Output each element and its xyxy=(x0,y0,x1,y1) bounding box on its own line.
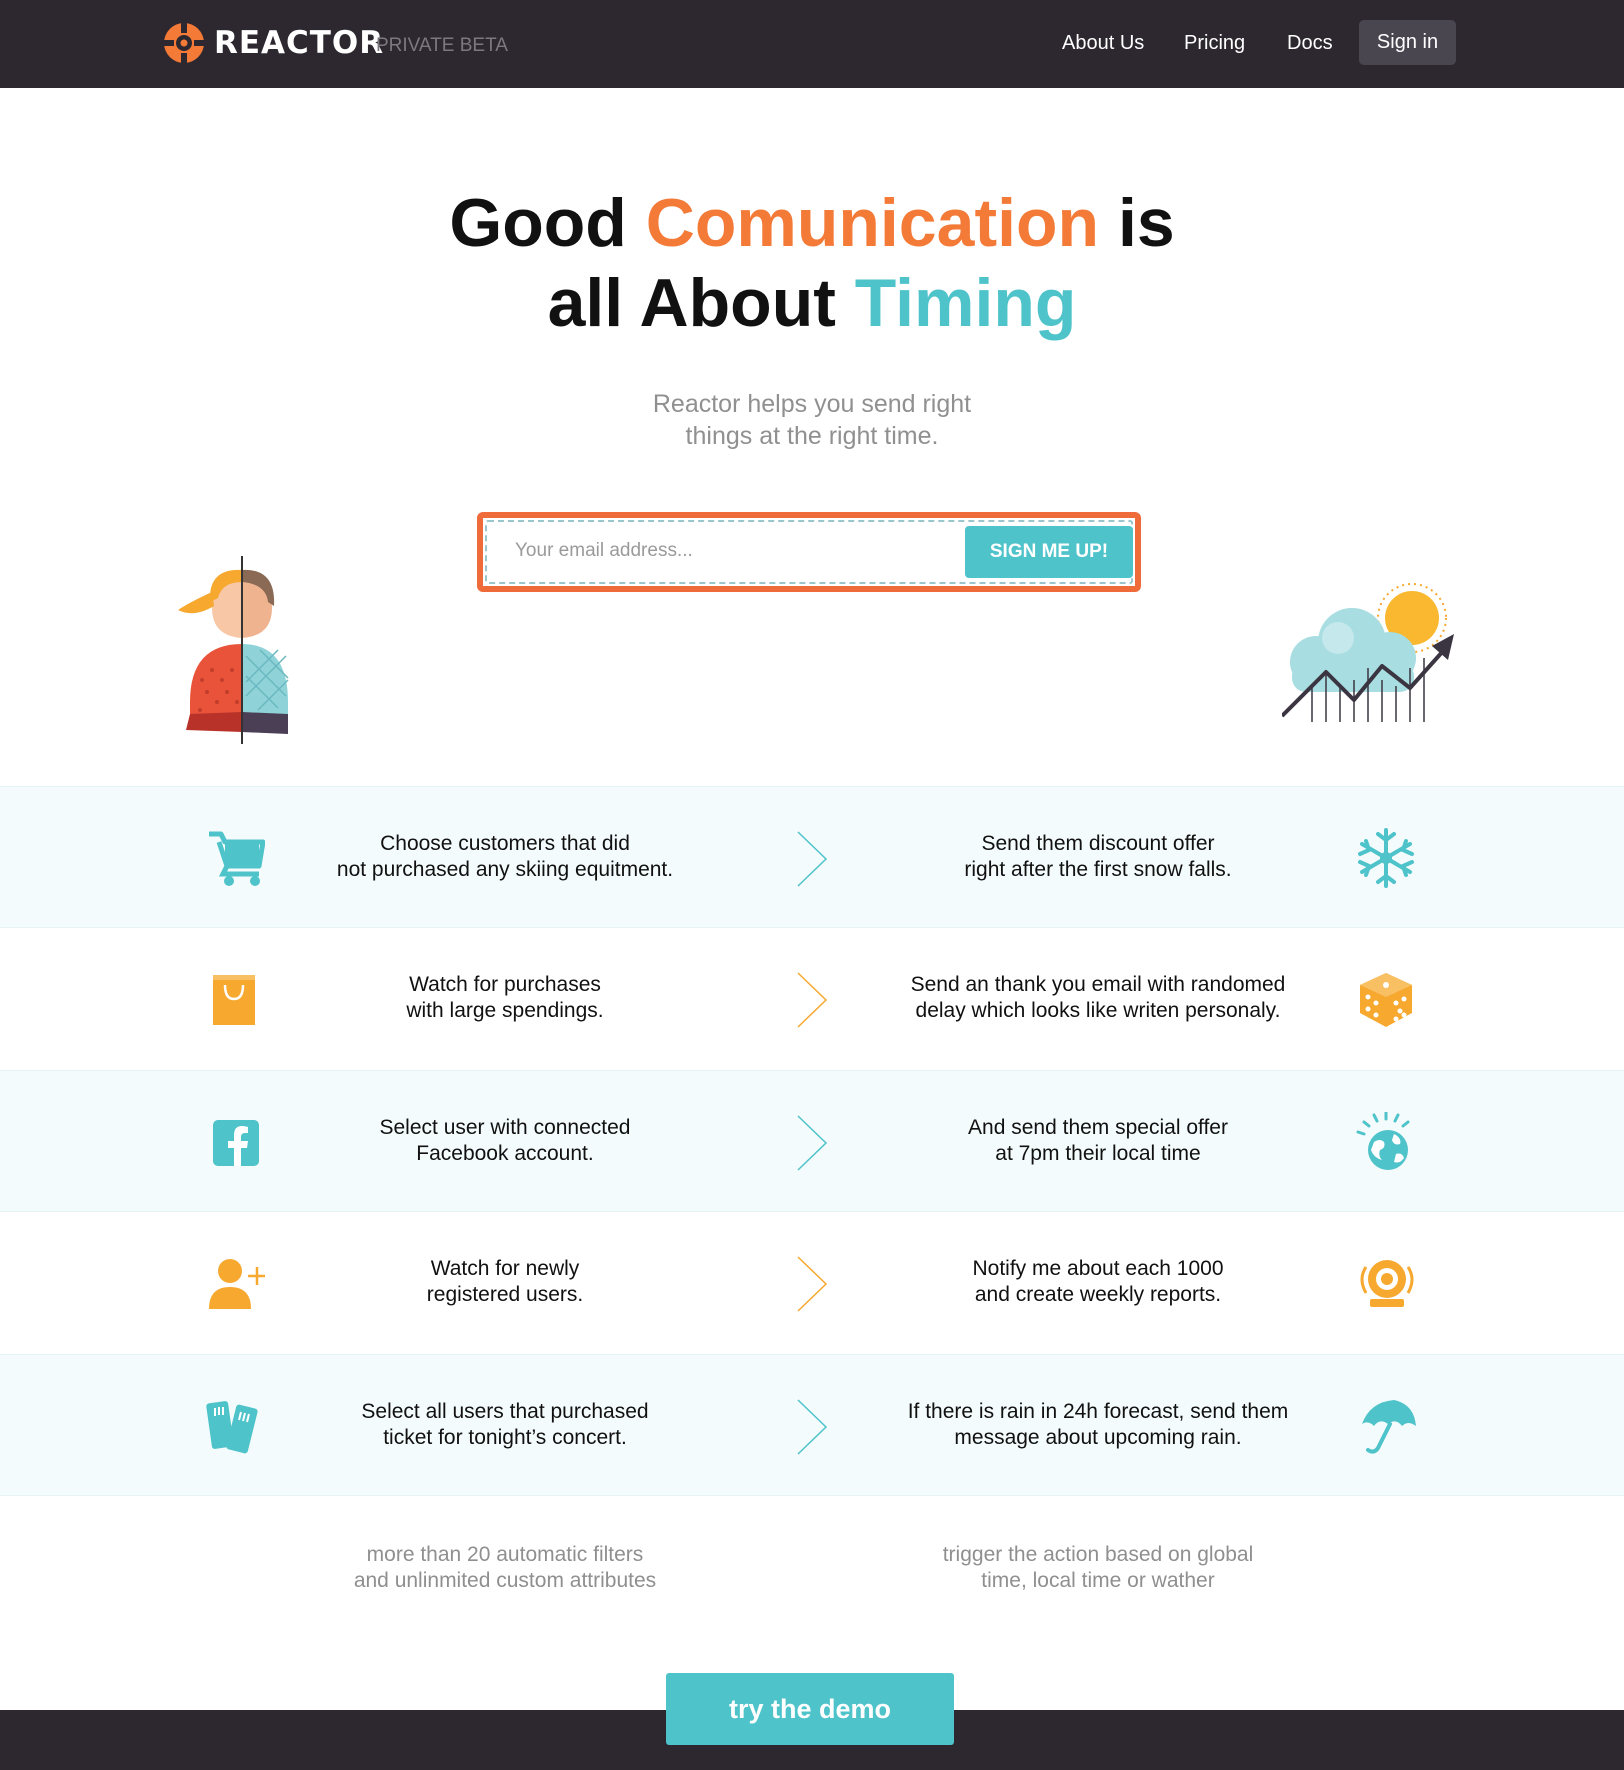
umbrella-icon xyxy=(1362,1400,1416,1454)
filter-text-line: Watch for newly xyxy=(430,1257,580,1280)
customer-persona-illustration xyxy=(178,556,289,744)
action-text-line: Send an thank you email with randomed xyxy=(910,973,1286,996)
filter-text-line: Select all users that purchased xyxy=(361,1400,649,1423)
filter-text-line: with large spendings. xyxy=(406,999,604,1022)
facebook-icon xyxy=(213,1120,259,1166)
filter-text-line: Select user with connected xyxy=(379,1116,631,1139)
action-text-line: at 7pm their local time xyxy=(995,1142,1201,1165)
action-text-line: right after the first snow falls. xyxy=(964,858,1232,881)
shopping-cart-icon xyxy=(209,831,265,886)
brand-name[interactable]: REACTOR xyxy=(214,24,384,62)
filter-text-line: Choose customers that did xyxy=(380,832,630,855)
subtitle-line: Reactor helps you send right xyxy=(652,390,972,418)
nav-pricing[interactable]: Pricing xyxy=(1184,30,1245,56)
try-demo-button[interactable]: try the demo xyxy=(666,1673,954,1745)
automation-row-1: Choose customers that did not purchased … xyxy=(0,786,1624,928)
action-text-line: delay which looks like writen personaly. xyxy=(915,999,1281,1022)
caption-line: time, local time or wather xyxy=(981,1569,1215,1592)
filter-text-line: registered users. xyxy=(426,1283,584,1306)
alarm-bell-icon xyxy=(1360,1260,1414,1307)
action-description: And send them special offer at 7pm their… xyxy=(868,1115,1328,1167)
action-text-line: message about upcoming rain. xyxy=(954,1426,1242,1449)
action-text-line: If there is rain in 24h forecast, send t… xyxy=(907,1400,1289,1423)
action-description: If there is rain in 24h forecast, send t… xyxy=(868,1399,1328,1451)
nav-docs[interactable]: Docs xyxy=(1287,30,1333,56)
filter-text-line: Watch for purchases xyxy=(409,973,601,996)
action-description: Send an thank you email with randomed de… xyxy=(868,972,1328,1024)
chevron-right-icon xyxy=(797,1115,828,1171)
filter-description: Select user with connected Facebook acco… xyxy=(300,1115,710,1167)
chevron-right-icon xyxy=(797,831,828,887)
hero-subtitle: Reactor helps you send right things at t… xyxy=(0,388,1624,452)
action-description: Send them discount offer right after the… xyxy=(868,831,1328,883)
signup-form: SIGN ME UP! xyxy=(477,512,1141,592)
caption-line: and unlinmited custom attributes xyxy=(353,1569,657,1592)
automation-row-4: Watch for newly registered users. Notify… xyxy=(0,1212,1624,1354)
action-text-line: Send them discount offer xyxy=(981,832,1215,855)
headline-text: Good xyxy=(449,185,646,261)
email-input[interactable] xyxy=(497,526,937,576)
top-navigation-bar: REACTOR PRIVATE BETA About Us Pricing Do… xyxy=(0,0,1624,88)
beta-badge: PRIVATE BETA xyxy=(376,35,508,56)
chevron-right-icon xyxy=(797,1256,828,1312)
filters-caption: more than 20 automatic filters and unlin… xyxy=(300,1542,710,1594)
action-text-line: and create weekly reports. xyxy=(974,1283,1222,1306)
globe-icon xyxy=(1356,1112,1410,1170)
sign-me-up-button[interactable]: SIGN ME UP! xyxy=(965,526,1133,578)
nav-about-us[interactable]: About Us xyxy=(1062,30,1144,56)
sign-in-button[interactable]: Sign in xyxy=(1359,20,1456,65)
chevron-right-icon xyxy=(797,1399,828,1455)
weather-trend-illustration xyxy=(1282,583,1454,722)
chevron-right-icon xyxy=(797,972,828,1028)
subtitle-line: things at the right time. xyxy=(685,422,939,450)
automation-row-2: Watch for purchases with large spendings… xyxy=(0,928,1624,1070)
shopping-bag-icon xyxy=(213,975,255,1025)
headline-highlight-communication: Comunication xyxy=(645,185,1100,261)
action-text-line: And send them special offer xyxy=(968,1116,1228,1139)
filter-text-line: not purchased any skiing equitment. xyxy=(336,858,674,881)
caption-line: trigger the action based on global xyxy=(942,1543,1254,1566)
snowflake-icon xyxy=(1358,828,1414,888)
filter-description: Watch for purchases with large spendings… xyxy=(300,972,710,1024)
action-description: Notify me about each 1000 and create wee… xyxy=(868,1256,1328,1308)
automation-row-3: Select user with connected Facebook acco… xyxy=(0,1070,1624,1212)
action-text-line: Notify me about each 1000 xyxy=(972,1257,1224,1280)
filter-description: Choose customers that did not purchased … xyxy=(300,831,710,883)
hero-headline: Good Comunication is all About Timing xyxy=(0,183,1624,343)
filter-description: Select all users that purchased ticket f… xyxy=(300,1399,710,1451)
headline-text: is xyxy=(1099,185,1175,261)
triggers-caption: trigger the action based on global time,… xyxy=(868,1542,1328,1594)
caption-line: more than 20 automatic filters xyxy=(366,1543,644,1566)
tickets-icon xyxy=(206,1401,258,1454)
dice-icon xyxy=(1360,973,1412,1027)
filter-text-line: ticket for tonight’s concert. xyxy=(383,1426,627,1449)
filter-text-line: Facebook account. xyxy=(416,1142,594,1165)
headline-highlight-timing: Timing xyxy=(854,265,1077,341)
automation-row-5: Select all users that purchased ticket f… xyxy=(0,1354,1624,1496)
reactor-logo-icon[interactable] xyxy=(163,22,205,64)
headline-text: all About xyxy=(547,265,855,341)
filter-description: Watch for newly registered users. xyxy=(300,1256,710,1308)
add-user-icon xyxy=(209,1259,265,1309)
